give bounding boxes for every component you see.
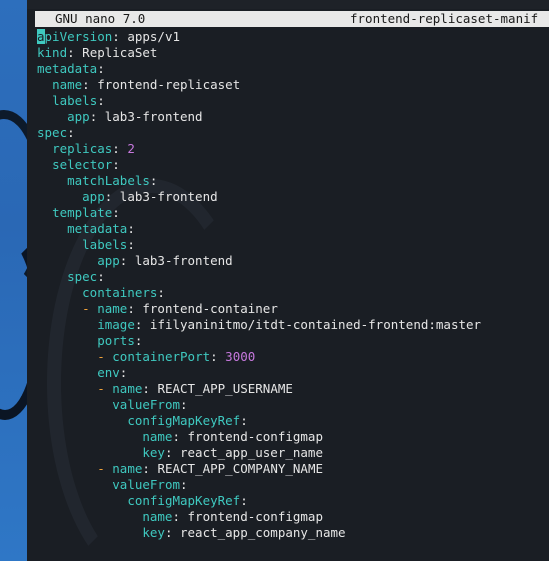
code-line: key: react_app_company_name xyxy=(142,525,346,540)
yaml-key: env xyxy=(97,365,120,380)
code-line: matchLabels: xyxy=(67,173,158,188)
code-line: containers: xyxy=(82,285,165,300)
code-line: labels: xyxy=(82,237,135,252)
desktop-swirl-decoration xyxy=(0,230,27,420)
text-cursor: a xyxy=(37,29,45,44)
yaml-key: app xyxy=(67,109,90,124)
code-line: app: lab3-frontend xyxy=(82,189,218,204)
yaml-key: app xyxy=(97,253,120,268)
window-top-edge xyxy=(27,0,549,9)
code-line: app: lab3-frontend xyxy=(97,253,233,268)
code-line: labels: xyxy=(52,93,105,108)
yaml-key: containers xyxy=(82,285,158,300)
yaml-key: kind xyxy=(37,45,68,60)
yaml-value: REACT_APP_COMPANY_NAME xyxy=(149,461,324,476)
yaml-key: spec xyxy=(37,125,68,140)
code-line: apiVersion: apps/v1 xyxy=(37,29,181,44)
code-line: name: frontend-replicaset xyxy=(52,77,241,92)
code-line: env: xyxy=(97,365,128,380)
yaml-key: containerPort xyxy=(112,349,211,364)
terminal-window[interactable]: GNU nano 7.0 frontend-replicaset-manif a… xyxy=(27,9,549,561)
yaml-value: react_app_company_name xyxy=(172,525,346,540)
code-line: configMapKeyRef: xyxy=(127,493,248,508)
code-line: name: frontend-configmap xyxy=(142,429,323,444)
text-editor-area[interactable]: apiVersion: apps/v1 kind: ReplicaSet metad… xyxy=(37,29,549,541)
code-line: - name: REACT_APP_USERNAME xyxy=(97,381,293,396)
yaml-key: key xyxy=(142,525,165,540)
code-line: image: ifilyaninitmo/itdt-contained-fron… xyxy=(97,317,482,332)
yaml-value: lab3-frontend xyxy=(112,189,218,204)
code-line: replicas: 2 xyxy=(52,141,135,156)
code-line: valueFrom: xyxy=(112,477,188,492)
yaml-key: matchLabels xyxy=(67,173,150,188)
yaml-key: valueFrom xyxy=(112,477,180,492)
yaml-key: name xyxy=(112,461,143,476)
yaml-key: name xyxy=(52,77,83,92)
code-line: ports: xyxy=(97,333,143,348)
yaml-key: apiVersion xyxy=(37,29,113,44)
yaml-key: name xyxy=(142,429,173,444)
yaml-key: labels xyxy=(82,237,128,252)
yaml-value: frontend-configmap xyxy=(180,429,323,444)
code-line: name: frontend-configmap xyxy=(142,509,323,524)
yaml-value: frontend-container xyxy=(134,301,278,316)
yaml-key: configMapKeyRef xyxy=(127,413,241,428)
code-line: metadata: xyxy=(67,221,135,236)
code-line: spec: xyxy=(67,269,105,284)
code-line: kind: ReplicaSet xyxy=(37,45,158,60)
code-line: - name: REACT_APP_COMPANY_NAME xyxy=(97,461,324,476)
code-line: metadata: xyxy=(37,61,105,76)
yaml-key: valueFrom xyxy=(112,397,180,412)
list-dash: - xyxy=(97,461,113,476)
code-line: template: xyxy=(52,205,120,220)
code-line: selector: xyxy=(52,157,120,172)
yaml-key: key xyxy=(142,445,165,460)
yaml-key: ports xyxy=(97,333,135,348)
list-dash: - xyxy=(97,381,113,396)
yaml-value: 3000 xyxy=(217,349,256,364)
code-line: spec: xyxy=(37,125,75,140)
yaml-value: apps/v1 xyxy=(119,29,181,44)
code-line: valueFrom: xyxy=(112,397,188,412)
nano-version: GNU nano 7.0 xyxy=(55,11,146,26)
list-dash: - xyxy=(82,301,98,316)
yaml-value: 2 xyxy=(119,141,135,156)
yaml-key: labels xyxy=(52,93,98,108)
yaml-key: image xyxy=(97,317,135,332)
yaml-value: lab3-frontend xyxy=(97,109,203,124)
yaml-value: react_app_user_name xyxy=(172,445,323,460)
code-line: - name: frontend-container xyxy=(82,301,278,316)
yaml-key: metadata xyxy=(37,61,98,76)
code-line: key: react_app_user_name xyxy=(142,445,323,460)
nano-title-bar: GNU nano 7.0 frontend-replicaset-manif xyxy=(35,11,549,27)
yaml-key: name xyxy=(112,381,143,396)
yaml-value: REACT_APP_USERNAME xyxy=(149,381,293,396)
yaml-value: ReplicaSet xyxy=(74,45,158,60)
list-dash: - xyxy=(97,349,113,364)
yaml-key: template xyxy=(52,205,113,220)
yaml-key: metadata xyxy=(67,221,128,236)
yaml-key: name xyxy=(97,301,128,316)
yaml-key: app xyxy=(82,189,105,204)
code-line: - containerPort: 3000 xyxy=(97,349,256,364)
yaml-key: configMapKeyRef xyxy=(127,493,241,508)
yaml-key: spec xyxy=(67,269,98,284)
yaml-value: lab3-frontend xyxy=(127,253,233,268)
code-line: configMapKeyRef: xyxy=(127,413,248,428)
file-name: frontend-replicaset-manif xyxy=(350,11,539,26)
yaml-key: replicas xyxy=(52,141,113,156)
yaml-value: frontend-configmap xyxy=(180,509,323,524)
yaml-key: selector xyxy=(52,157,113,172)
yaml-key: name xyxy=(142,509,173,524)
desktop-background xyxy=(0,0,27,561)
yaml-value: frontend-replicaset xyxy=(89,77,241,92)
code-line: app: lab3-frontend xyxy=(67,109,203,124)
yaml-value: ifilyaninitmo/itdt-contained-frontend:ma… xyxy=(142,317,482,332)
